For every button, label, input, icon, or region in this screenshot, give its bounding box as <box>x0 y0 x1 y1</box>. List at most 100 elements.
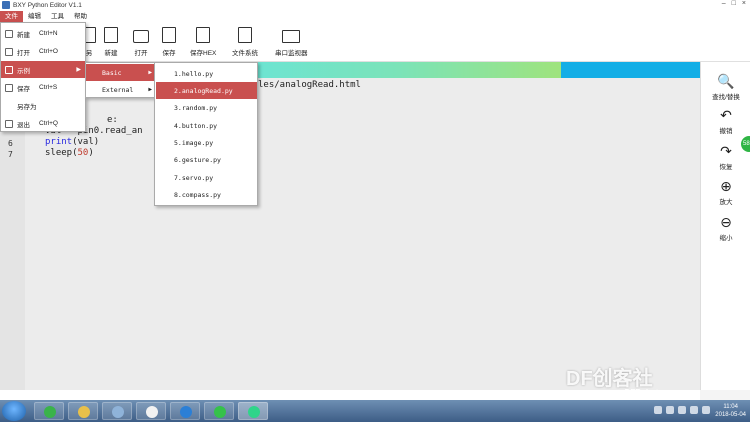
folder-open-icon <box>133 30 149 43</box>
start-button[interactable] <box>2 401 26 421</box>
tray-icon[interactable] <box>678 406 686 414</box>
submenu-external[interactable]: External ▶ <box>86 81 155 98</box>
panel-scroll-area <box>700 390 750 400</box>
taskbar-app-panda[interactable] <box>136 402 166 420</box>
code-comment-url: les/analogRead.html <box>258 80 361 90</box>
line-number: 6 <box>8 139 13 148</box>
examples-submenu: Basic ▶ External ▶ <box>85 62 156 98</box>
close-button[interactable]: × <box>742 0 746 7</box>
taskbar-app-tool[interactable] <box>102 402 132 420</box>
tray-icon[interactable] <box>654 406 662 414</box>
file-menu-save[interactable]: 保存 Ctrl+S <box>1 79 85 96</box>
panel-label: 撤销 <box>719 128 733 135</box>
save-hex-button[interactable]: 保存HEX <box>190 27 216 57</box>
open-button[interactable]: 打开 <box>133 27 149 57</box>
taskbar-app-editor[interactable] <box>238 402 268 420</box>
code-line: e: <box>107 115 118 125</box>
clock-time: 11:04 <box>723 404 738 410</box>
example-item[interactable]: 8.compass.py <box>156 186 257 203</box>
taskbar-app-wechat[interactable] <box>204 402 234 420</box>
menu-item-label: 示例 <box>17 67 30 75</box>
zoom-in-button[interactable]: ⊕ 放大 <box>701 179 750 206</box>
file-menu-dropdown: 新建 Ctrl+N 打开 Ctrl+O 示例 ▶ 保存 Ctrl+S 另存为 退… <box>0 22 86 132</box>
right-tool-panel: 🔍 查找/替换 ↶ 撤销 ↷ 恢复 ⊕ 放大 ⊖ 缩小 <box>700 62 750 390</box>
tray-icon[interactable] <box>690 406 698 414</box>
file-menu-exit[interactable]: 退出 Ctrl+Q <box>1 115 85 132</box>
clock-date: 2018-05-04 <box>715 412 746 418</box>
exit-icon <box>5 119 13 128</box>
search-replace-button[interactable]: 🔍 查找/替换 <box>701 74 750 101</box>
tray-icon[interactable] <box>666 406 674 414</box>
redo-icon: ↷ <box>720 143 732 159</box>
save-hex-icon <box>196 27 211 43</box>
code-editor[interactable]: les/analogRead.html rt * e: val pin0.rea… <box>25 78 700 390</box>
submenu-basic[interactable]: Basic ▶ <box>86 64 155 81</box>
panel-label: 放大 <box>719 199 733 206</box>
example-item[interactable]: 6.gesture.py <box>156 151 257 168</box>
save-button[interactable]: 保存 <box>162 27 176 57</box>
folder-icon <box>78 406 90 418</box>
taskbar: 11:04 2018-05-04 <box>0 400 750 422</box>
undo-button[interactable]: ↶ 撤销 <box>701 108 750 135</box>
menu-edit[interactable]: 编辑 <box>23 11 46 22</box>
window-title: BXY Python Editor V1.1 <box>13 1 82 9</box>
toolbar-label: 文件系统 <box>232 50 258 57</box>
toolbar: 另 新建 打开 保存 保存HEX 文件系统 串口监视器 <box>0 22 750 62</box>
line-number: 7 <box>8 150 13 159</box>
submenu-label: Basic <box>102 68 122 77</box>
panel-label: 恢复 <box>719 164 733 171</box>
title-bar: BXY Python Editor V1.1 – □ × <box>0 0 750 10</box>
taskbar-clock[interactable]: 11:04 2018-05-04 <box>715 403 746 419</box>
toolbar-label: 新建 <box>104 50 118 57</box>
floating-badge[interactable]: 58 <box>741 136 750 152</box>
new-button[interactable]: 新建 <box>104 27 118 57</box>
wechat-icon <box>214 406 226 418</box>
file-system-button[interactable]: 文件系统 <box>232 27 258 57</box>
zoom-out-button[interactable]: ⊖ 缩小 <box>701 215 750 242</box>
examples-icon <box>5 65 13 74</box>
undo-icon: ↶ <box>720 107 732 123</box>
example-item[interactable]: 2.analogRead.py <box>156 82 257 99</box>
maximize-button[interactable]: □ <box>732 0 736 7</box>
star-icon <box>180 406 192 418</box>
menu-bar: 文件 编辑 工具 帮助 <box>0 11 750 22</box>
serial-monitor-button[interactable]: 串口监视器 <box>275 27 308 57</box>
taskbar-app-star[interactable] <box>170 402 200 420</box>
menu-item-shortcut: Ctrl+Q <box>39 120 58 127</box>
submenu-arrow-icon: ▶ <box>148 69 152 76</box>
menu-item-label: 打开 <box>17 49 30 57</box>
example-item[interactable]: 7.servo.py <box>156 169 257 186</box>
submenu-arrow-icon: ▶ <box>76 67 81 73</box>
tray-icon[interactable] <box>702 406 710 414</box>
example-item[interactable]: 4.button.py <box>156 117 257 134</box>
menu-tools[interactable]: 工具 <box>46 11 69 22</box>
menu-file[interactable]: 文件 <box>0 11 23 22</box>
file-menu-save-as[interactable]: 另存为 <box>1 97 85 114</box>
file-system-icon <box>238 27 252 43</box>
menu-item-shortcut: Ctrl+N <box>39 30 58 37</box>
minimize-button[interactable]: – <box>722 0 726 7</box>
code-paren: ) <box>88 148 94 158</box>
menu-help[interactable]: 帮助 <box>69 11 92 22</box>
search-replace-icon: 🔍 <box>717 73 735 89</box>
file-menu-new[interactable]: 新建 Ctrl+N <box>1 25 85 42</box>
taskbar-app-browser[interactable] <box>34 402 64 420</box>
example-item[interactable]: 5.image.py <box>156 134 257 151</box>
window-controls: – □ × <box>722 0 746 7</box>
app-icon <box>2 1 10 9</box>
code-number: 50 <box>77 148 89 158</box>
file-menu-open[interactable]: 打开 Ctrl+O <box>1 43 85 60</box>
browser-icon <box>44 406 56 418</box>
watermark-url: www.DFRobot.com.cn <box>604 388 689 397</box>
example-item[interactable]: 3.random.py <box>156 99 257 116</box>
code-function: print <box>45 137 73 147</box>
zoom-in-icon: ⊕ <box>720 178 732 194</box>
submenu-arrow-icon: ▶ <box>148 86 152 93</box>
file-menu-examples[interactable]: 示例 ▶ <box>1 61 85 78</box>
taskbar-app-explorer[interactable] <box>68 402 98 420</box>
toolbar-label: 保存HEX <box>190 50 217 57</box>
example-item[interactable]: 1.hello.py <box>156 65 257 82</box>
menu-item-shortcut: Ctrl+S <box>39 84 58 91</box>
folder-open-icon <box>5 47 13 56</box>
zoom-out-icon: ⊖ <box>720 214 732 230</box>
